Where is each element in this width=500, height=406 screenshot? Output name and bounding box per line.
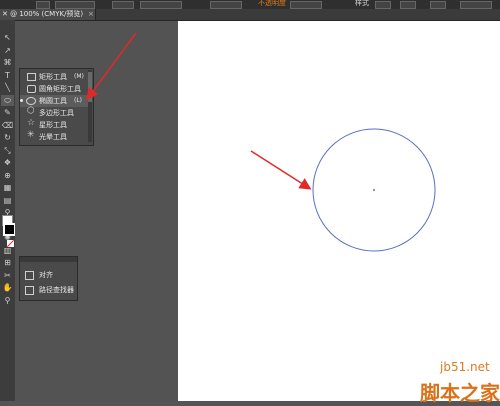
- ellipse-center-point: [373, 189, 375, 191]
- arrow-to-ellipse-tool: [86, 32, 137, 101]
- annotation-overlay: [86, 32, 436, 252]
- arrow-to-circle: [250, 150, 312, 190]
